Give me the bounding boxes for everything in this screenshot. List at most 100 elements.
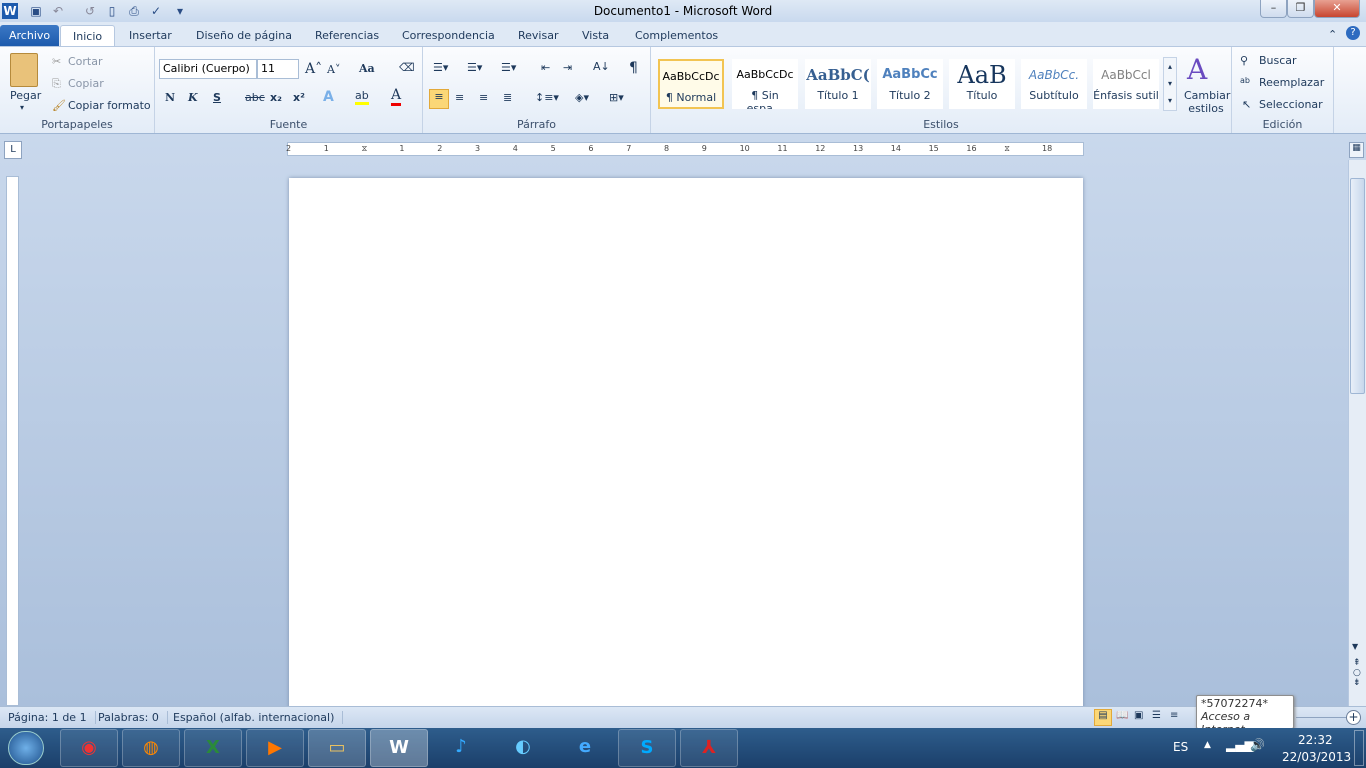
align-left-icon[interactable]: ≡ bbox=[429, 89, 449, 109]
taskbar-word-icon[interactable]: W bbox=[370, 729, 428, 767]
taskbar-chrome-icon[interactable]: ◉ bbox=[60, 729, 118, 767]
ruler-tick-label: 2 bbox=[286, 144, 292, 153]
taskbar-ie-icon[interactable]: e bbox=[556, 729, 614, 767]
find-button[interactable]: Buscar bbox=[1259, 54, 1297, 67]
tab-inicio[interactable]: Inicio bbox=[60, 25, 116, 46]
style-heading2[interactable]: AaBbCc Título 2 bbox=[877, 59, 943, 109]
help-icon[interactable]: ? bbox=[1346, 26, 1360, 40]
justify-icon[interactable]: ≣ bbox=[503, 91, 512, 104]
decrease-indent-icon[interactable]: ⇤ bbox=[541, 61, 550, 74]
paste-icon[interactable] bbox=[10, 53, 38, 87]
bullets-icon[interactable]: ☰▾ bbox=[433, 61, 448, 74]
print-layout-icon[interactable]: ▤ bbox=[1094, 709, 1112, 726]
tab-diseno[interactable]: Diseño de página bbox=[184, 25, 304, 46]
underline-button[interactable]: S bbox=[213, 91, 221, 104]
superscript-button[interactable]: x² bbox=[293, 91, 305, 104]
tab-complementos[interactable]: Complementos bbox=[623, 25, 730, 46]
zoom-in-icon[interactable]: + bbox=[1346, 710, 1361, 725]
clock-date[interactable]: 22/03/2013 bbox=[1282, 750, 1351, 764]
full-screen-reading-icon[interactable]: 📖 bbox=[1116, 710, 1128, 721]
view-ruler-icon[interactable]: ▦ bbox=[1349, 142, 1364, 158]
paste-dropdown-icon[interactable]: ▾ bbox=[20, 103, 24, 112]
shrink-font-icon[interactable]: A˅ bbox=[327, 63, 340, 76]
taskbar-excel-icon[interactable]: X bbox=[184, 729, 242, 767]
styles-scroll[interactable]: ▴ ▾ ▾ bbox=[1163, 57, 1177, 111]
change-case-button[interactable]: Aa bbox=[359, 62, 375, 75]
draft-icon[interactable]: ≡ bbox=[1170, 710, 1178, 721]
font-color-icon[interactable]: A bbox=[391, 87, 402, 106]
scrollbar-thumb[interactable] bbox=[1350, 178, 1365, 394]
scroll-down-icon[interactable]: ▼ bbox=[1352, 642, 1358, 651]
taskbar-browser-icon[interactable]: ◐ bbox=[494, 729, 552, 767]
font-name-select[interactable]: Calibri (Cuerpo) bbox=[159, 59, 257, 79]
tab-archivo[interactable]: Archivo bbox=[0, 25, 60, 46]
numbering-icon[interactable]: ☰▾ bbox=[467, 61, 482, 74]
italic-button[interactable]: K bbox=[188, 91, 198, 104]
clock-time[interactable]: 22:32 bbox=[1298, 733, 1333, 747]
tab-vista[interactable]: Vista bbox=[570, 25, 621, 46]
volume-icon[interactable]: 🔊 bbox=[1250, 738, 1265, 752]
shading-icon[interactable]: ◈▾ bbox=[575, 91, 589, 104]
align-center-icon[interactable]: ≡ bbox=[455, 91, 464, 104]
sort-icon[interactable]: A↓ bbox=[593, 60, 610, 73]
language-status[interactable]: Español (alfab. internacional) bbox=[173, 711, 344, 724]
style-normal[interactable]: AaBbCcDc ¶ Normal bbox=[658, 59, 724, 109]
style-no-spacing[interactable]: AaBbCcDc ¶ Sin espa... bbox=[732, 59, 798, 109]
word-count[interactable]: Palabras: 0 bbox=[98, 711, 168, 724]
browse-object-icons[interactable]: ⇞ ○ ⇟ bbox=[1353, 658, 1361, 688]
taskbar-app-icon[interactable]: ♪ bbox=[432, 729, 490, 767]
minimize-button[interactable]: – bbox=[1260, 0, 1287, 18]
font-size-select[interactable]: 11 bbox=[257, 59, 299, 79]
replace-button[interactable]: Reemplazar bbox=[1259, 76, 1324, 89]
tab-correspondencia[interactable]: Correspondencia bbox=[390, 25, 507, 46]
tab-referencias[interactable]: Referencias bbox=[303, 25, 391, 46]
start-button[interactable] bbox=[8, 731, 44, 765]
borders-icon[interactable]: ⊞▾ bbox=[609, 91, 624, 104]
vertical-scrollbar[interactable]: ▼ ⇞ ○ ⇟ bbox=[1348, 160, 1366, 706]
minimize-ribbon-icon[interactable]: ⌃ bbox=[1328, 28, 1337, 41]
highlight-icon[interactable]: ab bbox=[355, 89, 369, 105]
show-marks-button[interactable]: ¶ bbox=[629, 60, 638, 76]
tab-selector[interactable]: L bbox=[4, 141, 22, 159]
document-page[interactable] bbox=[289, 178, 1083, 718]
taskbar-explorer-icon[interactable]: ▭ bbox=[308, 729, 366, 767]
subscript-button[interactable]: x₂ bbox=[270, 91, 282, 104]
increase-indent-icon[interactable]: ⇥ bbox=[563, 61, 572, 74]
page-count[interactable]: Página: 1 de 1 bbox=[8, 711, 96, 724]
tab-insertar[interactable]: Insertar bbox=[117, 25, 184, 46]
close-button[interactable]: ✕ bbox=[1314, 0, 1360, 18]
line-spacing-icon[interactable]: ↕≡▾ bbox=[535, 91, 559, 104]
style-subtle-emphasis[interactable]: AaBbCcl Énfasis sutil bbox=[1093, 59, 1159, 109]
multilevel-list-icon[interactable]: ☰▾ bbox=[501, 61, 516, 74]
select-button[interactable]: Seleccionar bbox=[1259, 98, 1323, 111]
format-painter-button[interactable]: Copiar formato bbox=[68, 99, 151, 112]
style-subtitle[interactable]: AaBbCc. Subtítulo bbox=[1021, 59, 1087, 109]
outline-icon[interactable]: ☰ bbox=[1152, 710, 1161, 721]
taskbar-skype-icon[interactable]: S bbox=[618, 729, 676, 767]
show-hidden-icons[interactable]: ▲ bbox=[1204, 740, 1211, 750]
style-heading1[interactable]: AaBbC(Título 1 bbox=[805, 59, 871, 109]
taskbar-media-icon[interactable]: ▶ bbox=[246, 729, 304, 767]
show-desktop-button[interactable] bbox=[1354, 730, 1364, 766]
taskbar-adobe-icon[interactable]: ⅄ bbox=[680, 729, 738, 767]
language-indicator[interactable]: ES bbox=[1173, 740, 1188, 754]
paste-button[interactable]: Pegar bbox=[10, 89, 41, 102]
align-right-icon[interactable]: ≡ bbox=[479, 91, 488, 104]
copy-button[interactable]: Copiar bbox=[68, 77, 104, 90]
style-title[interactable]: AaB Título bbox=[949, 59, 1015, 109]
taskbar-firefox-icon[interactable]: ◍ bbox=[122, 729, 180, 767]
horizontal-ruler[interactable]: 2 1 ⧖ 1 2 3 4 5 6 7 8 9 10 11 12 13 14 15 16 ⧖ 18 bbox=[286, 142, 1084, 156]
vertical-ruler[interactable] bbox=[6, 176, 19, 706]
maximize-button[interactable]: ❐ bbox=[1287, 0, 1314, 18]
change-styles-button[interactable]: Cambiar estilos bbox=[1184, 89, 1230, 115]
bold-button[interactable]: N bbox=[165, 91, 175, 104]
clear-formatting-icon[interactable]: ⌫ bbox=[399, 61, 415, 74]
text-effects-icon[interactable]: A bbox=[323, 89, 334, 105]
zoom-slider[interactable] bbox=[1296, 717, 1346, 718]
style-name: ¶ Sin espa... bbox=[746, 89, 784, 109]
grow-font-icon[interactable]: A˄ bbox=[305, 61, 322, 77]
tab-revisar[interactable]: Revisar bbox=[506, 25, 570, 46]
web-layout-icon[interactable]: ▣ bbox=[1134, 710, 1143, 721]
cut-button[interactable]: Cortar bbox=[68, 55, 103, 68]
strikethrough-button[interactable]: abc bbox=[245, 91, 265, 104]
